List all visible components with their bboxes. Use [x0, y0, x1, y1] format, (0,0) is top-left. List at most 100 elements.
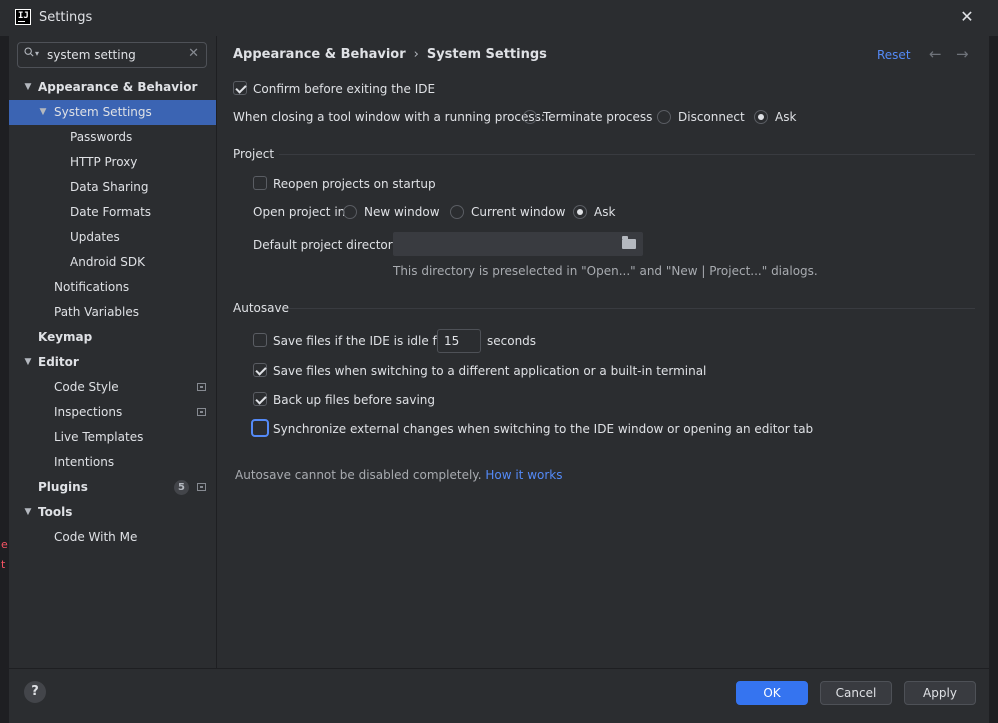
sidebar-divider — [216, 36, 217, 668]
sidebar-item-label: System Settings — [54, 105, 152, 119]
sync-external-changes-checkbox[interactable] — [251, 419, 269, 437]
sidebar-item-system-settings[interactable]: ▼ System Settings — [9, 100, 216, 125]
ask-open-label: Ask — [594, 205, 616, 219]
chevron-down-icon[interactable]: ▼ — [38, 100, 48, 125]
back-arrow-icon[interactable]: ← — [929, 45, 942, 63]
save-when-idle-label: Save files if the IDE is idle for — [273, 334, 450, 348]
sidebar-item-date-formats[interactable]: Date Formats — [9, 200, 216, 225]
apply-button[interactable]: Apply — [904, 681, 976, 705]
new-window-label: New window — [364, 205, 440, 219]
ask-close-radio[interactable] — [754, 110, 768, 124]
breadcrumb-parent[interactable]: Appearance & Behavior — [233, 47, 406, 62]
idle-seconds-input[interactable]: 15 — [437, 329, 481, 353]
autosave-group-divider — [289, 308, 975, 309]
sidebar-item-code-with-me[interactable]: Code With Me — [9, 525, 216, 550]
save-on-switch-checkbox[interactable] — [253, 363, 267, 377]
save-on-switch-label: Save files when switching to a different… — [273, 364, 707, 378]
reopen-projects-label: Reopen projects on startup — [273, 177, 436, 191]
default-directory-hint: This directory is preselected in "Open..… — [393, 264, 818, 278]
sidebar-item-code-style[interactable]: Code Style — [9, 375, 216, 400]
default-project-directory-field[interactable] — [393, 232, 643, 256]
help-button[interactable]: ? — [24, 681, 46, 703]
new-window-radio[interactable] — [343, 205, 357, 219]
sidebar-item-inspections[interactable]: Inspections — [9, 400, 216, 425]
sidebar-item-label: HTTP Proxy — [70, 155, 138, 169]
project-group-title: Project — [233, 147, 275, 161]
disconnect-radio[interactable] — [657, 110, 671, 124]
project-group-divider — [279, 154, 975, 155]
confirm-exit-label: Confirm before exiting the IDE — [253, 82, 436, 96]
sidebar-item-label: Android SDK — [70, 255, 145, 269]
clear-search-icon[interactable]: ✕ — [188, 46, 199, 61]
idle-seconds-unit: seconds — [487, 334, 537, 348]
project-scope-icon — [197, 483, 206, 491]
sidebar-item-http-proxy[interactable]: HTTP Proxy — [9, 150, 216, 175]
idle-seconds-value: 15 — [444, 334, 460, 348]
ask-close-label: Ask — [775, 110, 797, 124]
save-when-idle-checkbox[interactable] — [253, 333, 267, 347]
window-title: Settings — [39, 10, 93, 25]
chevron-down-icon[interactable]: ▼ — [23, 500, 33, 525]
sidebar-item-label: Updates — [70, 230, 120, 244]
project-scope-icon — [197, 408, 206, 416]
settings-content-panel — [217, 36, 989, 668]
breadcrumb-current: System Settings — [426, 47, 547, 62]
sidebar-item-notifications[interactable]: Notifications — [9, 275, 216, 300]
sidebar-item-editor[interactable]: ▼ Editor — [9, 350, 216, 375]
chevron-down-icon[interactable]: ▼ — [23, 75, 33, 100]
backup-files-label: Back up files before saving — [273, 393, 436, 407]
sidebar-item-label: Code Style — [54, 380, 119, 394]
editor-edge-char: t — [1, 558, 6, 571]
search-icon — [24, 47, 34, 57]
reopen-projects-checkbox[interactable] — [253, 176, 267, 190]
ask-open-radio[interactable] — [573, 205, 587, 219]
search-options-chevron-icon[interactable]: ▾ — [35, 49, 39, 58]
sidebar-item-label: Data Sharing — [70, 180, 149, 194]
settings-search-input[interactable]: ▾ system setting ✕ — [17, 42, 207, 68]
sidebar-item-keymap[interactable]: Keymap — [9, 325, 216, 350]
sidebar-item-intentions[interactable]: Intentions — [9, 450, 216, 475]
sidebar-item-appearance-behavior[interactable]: ▼ Appearance & Behavior — [9, 75, 216, 100]
sidebar-item-android-sdk[interactable]: Android SDK — [9, 250, 216, 275]
sidebar-item-label: Inspections — [54, 405, 123, 419]
sidebar-item-label: Path Variables — [54, 305, 140, 319]
current-window-radio[interactable] — [450, 205, 464, 219]
intellij-app-icon: IJ — [15, 9, 31, 25]
sidebar-item-label: Plugins — [38, 480, 88, 494]
folder-icon[interactable] — [622, 236, 636, 249]
sidebar-item-label: Intentions — [54, 455, 115, 469]
background-editor-edge-right — [989, 36, 998, 722]
reset-link[interactable]: Reset — [877, 48, 911, 62]
sidebar-item-passwords[interactable]: Passwords — [9, 125, 216, 150]
disconnect-label: Disconnect — [678, 110, 745, 124]
default-project-directory-label: Default project directory: — [253, 238, 403, 252]
forward-arrow-icon[interactable]: → — [956, 45, 969, 63]
sidebar-item-label: Notifications — [54, 280, 130, 294]
cancel-button[interactable]: Cancel — [820, 681, 892, 705]
sidebar-item-label: Passwords — [70, 130, 133, 144]
sidebar-item-updates[interactable]: Updates — [9, 225, 216, 250]
terminate-process-label: Terminate process — [543, 110, 653, 124]
settings-dialog: IJ Settings ✕ e t ▾ system setting ✕ ▼ A… — [0, 0, 998, 723]
autosave-note: Autosave cannot be disabled completely. … — [235, 468, 562, 482]
sidebar-item-tools[interactable]: ▼ Tools — [9, 500, 216, 525]
terminate-process-radio[interactable] — [523, 110, 537, 124]
sidebar-item-label: Tools — [38, 505, 73, 519]
sidebar-item-label: Date Formats — [70, 205, 152, 219]
title-bar: IJ Settings ✕ — [0, 0, 998, 36]
sidebar-item-path-variables[interactable]: Path Variables — [9, 300, 216, 325]
chevron-down-icon[interactable]: ▼ — [23, 350, 33, 375]
sidebar-item-plugins[interactable]: Plugins 5 — [9, 475, 216, 500]
breadcrumb: Appearance & Behavior › System Settings — [233, 47, 547, 62]
sidebar-item-live-templates[interactable]: Live Templates — [9, 425, 216, 450]
close-icon[interactable]: ✕ — [958, 8, 976, 26]
plugins-update-count-badge: 5 — [174, 480, 189, 495]
background-editor-edge-left: e t — [0, 36, 9, 722]
how-it-works-link[interactable]: How it works — [485, 468, 562, 482]
backup-files-checkbox[interactable] — [253, 392, 267, 406]
autosave-note-text: Autosave cannot be disabled completely. — [235, 468, 482, 482]
confirm-exit-checkbox[interactable] — [233, 81, 247, 95]
sidebar-item-data-sharing[interactable]: Data Sharing — [9, 175, 216, 200]
sidebar-item-label: Live Templates — [54, 430, 144, 444]
ok-button[interactable]: OK — [736, 681, 808, 705]
